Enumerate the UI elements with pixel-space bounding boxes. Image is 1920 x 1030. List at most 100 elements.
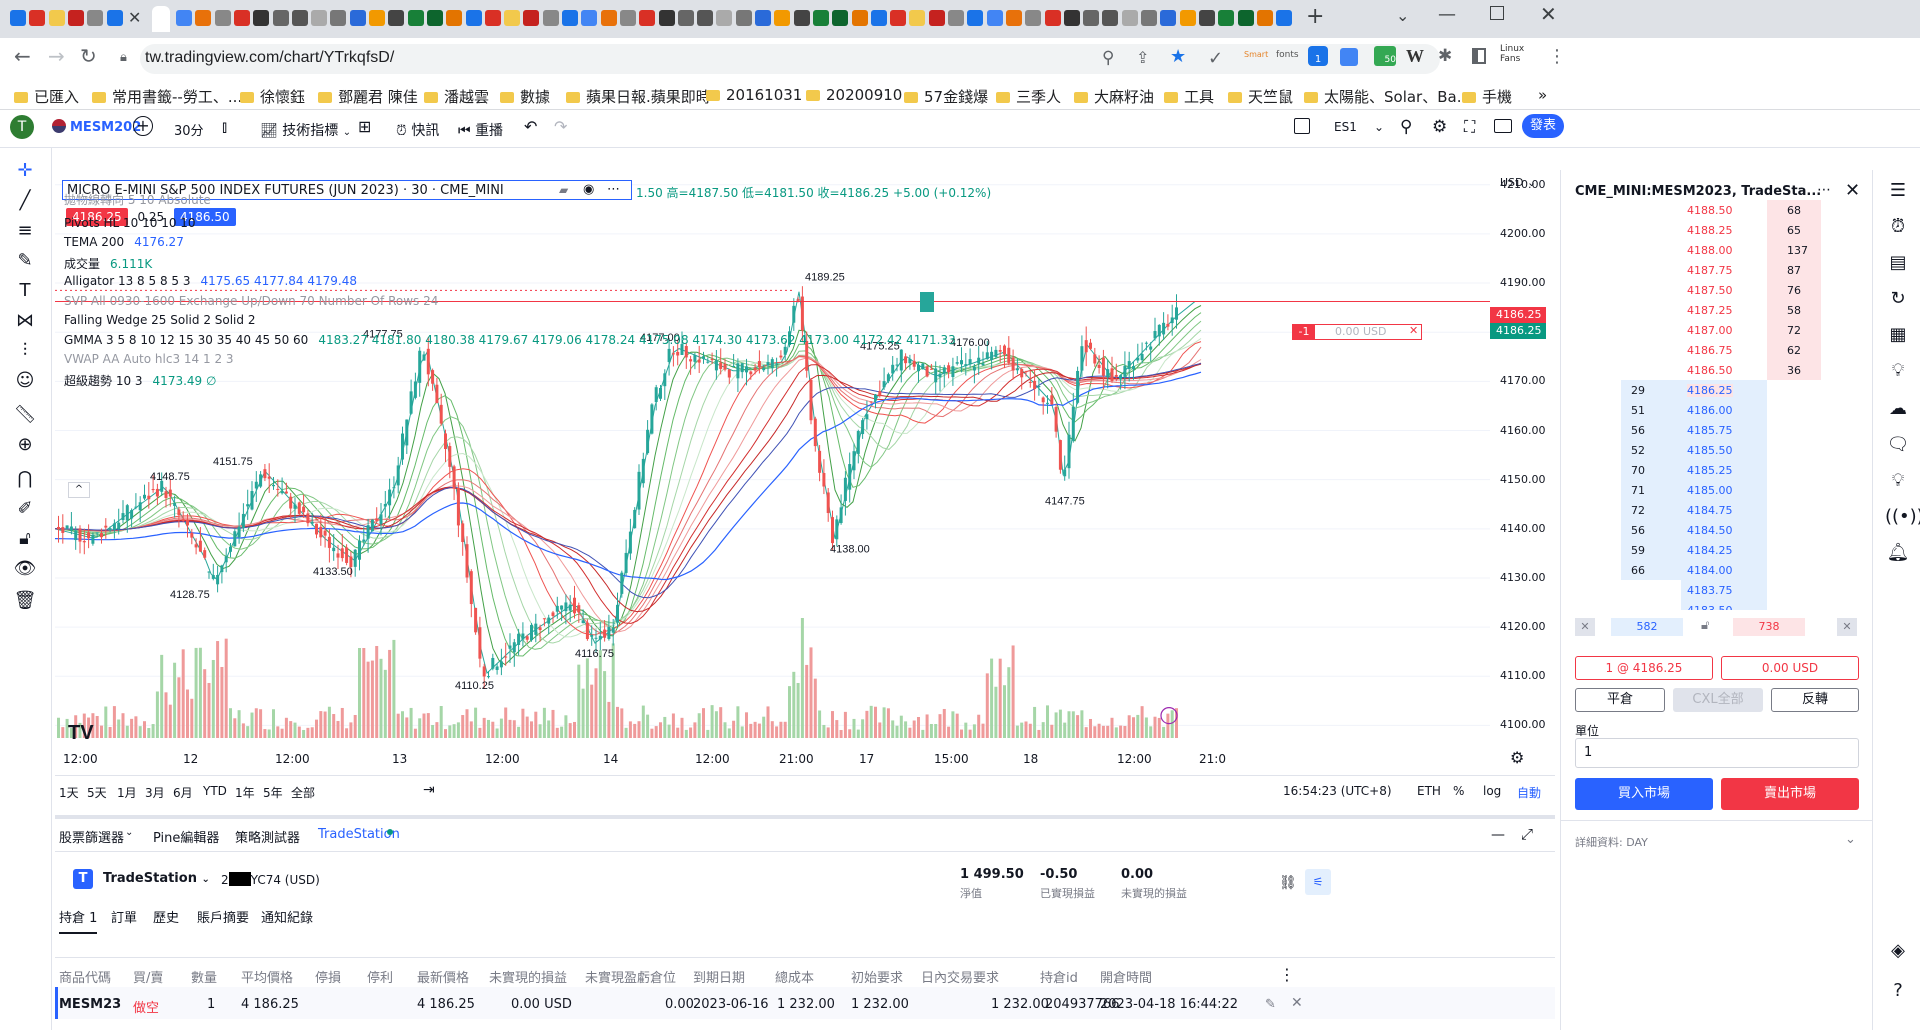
- dom-ask-row[interactable]: 4186.75 62: [1561, 340, 1873, 360]
- indicator-legend-row[interactable]: 成交量 6.111K: [64, 255, 152, 272]
- column-header[interactable]: 平均價格: [241, 967, 293, 986]
- column-header[interactable]: 持倉id: [1040, 967, 1078, 986]
- tab-favicon[interactable]: [272, 10, 289, 26]
- replay-button[interactable]: ⏮︎ 重播: [458, 120, 503, 140]
- tab-favicon[interactable]: [542, 10, 559, 26]
- session-button[interactable]: ETH: [1417, 784, 1441, 798]
- more-icon[interactable]: ⋯: [607, 182, 620, 197]
- fonts-extension-icon[interactable]: fonts: [1276, 50, 1299, 60]
- tab-favicon[interactable]: [349, 10, 366, 26]
- tab-favicon[interactable]: [697, 10, 714, 26]
- tab-favicon[interactable]: [311, 10, 328, 26]
- tab-favicon[interactable]: [658, 10, 675, 26]
- browser-menu-icon[interactable]: ⋮: [1548, 46, 1566, 67]
- tab-favicon[interactable]: [426, 10, 443, 26]
- account-id[interactable]: 2 YC74 (USD): [221, 872, 320, 887]
- user-avatar[interactable]: T: [10, 115, 34, 139]
- eye-icon[interactable]: 👁︎: [12, 556, 38, 582]
- zoom-icon[interactable]: ⚲: [1102, 48, 1114, 68]
- bookmark-item[interactable]: 工具: [1164, 86, 1214, 106]
- tab-favicon[interactable]: [1276, 10, 1293, 26]
- compare-add-icon[interactable]: +: [133, 116, 153, 136]
- bookmark-item[interactable]: 潘越雲: [424, 86, 489, 106]
- indicator-legend-row[interactable]: Alligator 13 8 5 8 5 3 4175.65 4177.84 41…: [64, 274, 357, 288]
- bookmark-item[interactable]: 數據: [500, 86, 550, 106]
- bookmark-item[interactable]: 鄧麗君 陳佳: [318, 86, 418, 106]
- fib-tool-icon[interactable]: ≡: [12, 218, 38, 244]
- tab-favicon[interactable]: [1218, 10, 1235, 26]
- tab-favicon[interactable]: [48, 10, 65, 26]
- tab-favicon[interactable]: [484, 10, 501, 26]
- active-tab[interactable]: [152, 6, 170, 32]
- zoom-in-icon[interactable]: ⊕: [12, 432, 38, 458]
- cancel-all-button[interactable]: CXL全部: [1673, 688, 1763, 712]
- panel-tab[interactable]: Pine編輯器: [153, 827, 219, 846]
- tab-favicon[interactable]: [870, 10, 887, 26]
- publish-button[interactable]: 發表: [1522, 114, 1564, 138]
- tab-favicon[interactable]: [523, 10, 540, 26]
- tab-favicon[interactable]: [67, 10, 84, 26]
- share-icon[interactable]: ⇪: [1136, 48, 1149, 67]
- broadcast-icon[interactable]: ((•)): [1885, 504, 1920, 530]
- column-header[interactable]: 未實現的損益: [489, 967, 567, 986]
- redo-icon[interactable]: ↷: [554, 117, 567, 136]
- tab-favicon[interactable]: [909, 10, 926, 26]
- tab-favicon[interactable]: [504, 10, 521, 26]
- gear-icon[interactable]: ⚙: [1432, 117, 1447, 137]
- tab-favicon[interactable]: [330, 10, 347, 26]
- tab-favicon[interactable]: [562, 10, 578, 26]
- tab-favicon[interactable]: [755, 10, 771, 26]
- dom-bid-row[interactable]: 71 4185.00: [1561, 480, 1873, 500]
- clock-readout[interactable]: 16:54:23 (UTC+8): [1283, 784, 1392, 798]
- tab-favicon[interactable]: [600, 10, 617, 26]
- collapse-legend-icon[interactable]: ^: [68, 482, 90, 498]
- layout-select-icon[interactable]: [1294, 118, 1310, 134]
- chat-icon[interactable]: 🗨︎: [1885, 432, 1911, 458]
- order-detail-label[interactable]: 詳細資料: DAY: [1575, 834, 1648, 850]
- new-tab-icon[interactable]: +: [1306, 4, 1324, 29]
- reverse-button[interactable]: 反轉: [1771, 688, 1859, 712]
- lock-drawing-icon[interactable]: ✐: [12, 496, 38, 522]
- back-icon[interactable]: ←: [14, 44, 31, 68]
- wikipedia-extension-icon[interactable]: W: [1406, 46, 1424, 67]
- percent-toggle[interactable]: %: [1453, 784, 1464, 798]
- tab-favicon[interactable]: [716, 10, 733, 26]
- bookmark-item[interactable]: 三季人: [996, 86, 1061, 106]
- calendar-icon[interactable]: ▦: [1885, 322, 1911, 348]
- bookmark-item[interactable]: 20200910: [806, 86, 902, 106]
- panel-tab[interactable]: 股票篩選器: [59, 827, 124, 846]
- tab-favicon[interactable]: [928, 10, 945, 26]
- tab-favicon[interactable]: [581, 10, 598, 26]
- tab-favicon[interactable]: [1005, 10, 1022, 26]
- tab-favicon[interactable]: [1121, 10, 1138, 26]
- streams-icon[interactable]: ☁: [1885, 396, 1911, 422]
- dom-bid-row[interactable]: 72 4184.75: [1561, 500, 1873, 520]
- alert-button[interactable]: ⏰︎ 快訊: [396, 120, 439, 140]
- tab-favicon[interactable]: [967, 10, 984, 26]
- column-header[interactable]: 數量: [191, 967, 217, 986]
- indicator-legend-row[interactable]: 拋物線轉向 5 10 Absolute: [64, 191, 221, 208]
- tab-favicon[interactable]: [388, 10, 405, 26]
- maximize-panel-icon[interactable]: ⤢: [1521, 825, 1533, 843]
- bookmark-item[interactable]: 太陽能、Solar、Ba...: [1304, 86, 1471, 106]
- reload-icon[interactable]: ↻: [80, 44, 97, 68]
- sell-market-button[interactable]: 賣出市場: [1721, 778, 1859, 810]
- tab-favicon[interactable]: [1160, 10, 1177, 26]
- url-field[interactable]: 🔒︎ tw.tradingview.com/chart/YTrkqfsD/ ⚲ …: [120, 44, 1440, 74]
- dom-bid-row[interactable]: 70 4185.25: [1561, 460, 1873, 480]
- account-subtab[interactable]: 通知紀錄: [261, 907, 313, 926]
- column-header[interactable]: 停利: [367, 967, 393, 986]
- dom-ask-row[interactable]: 4186.50 36: [1561, 360, 1873, 380]
- tab-favicon[interactable]: [890, 10, 907, 26]
- dom-empty-row[interactable]: 4183.50: [1561, 600, 1873, 610]
- account-subtab[interactable]: 持倉 1: [59, 907, 98, 934]
- indicator-legend-row[interactable]: TEMA 200 4176.27: [64, 235, 184, 249]
- account-subtab[interactable]: 歷史: [153, 907, 179, 926]
- close-tab-icon[interactable]: ✕: [128, 8, 141, 27]
- tab-favicon[interactable]: [948, 10, 964, 26]
- tab-favicon[interactable]: [195, 10, 212, 26]
- crosshair-icon[interactable]: ✛: [12, 158, 38, 184]
- dom-ask-row[interactable]: 4188.25 65: [1561, 220, 1873, 240]
- help-icon[interactable]: ?: [1885, 978, 1911, 1004]
- price-axis[interactable]: USD ⌄ 4100.00 4110.00 4120.00 4130.00 4140.0…: [1490, 170, 1556, 750]
